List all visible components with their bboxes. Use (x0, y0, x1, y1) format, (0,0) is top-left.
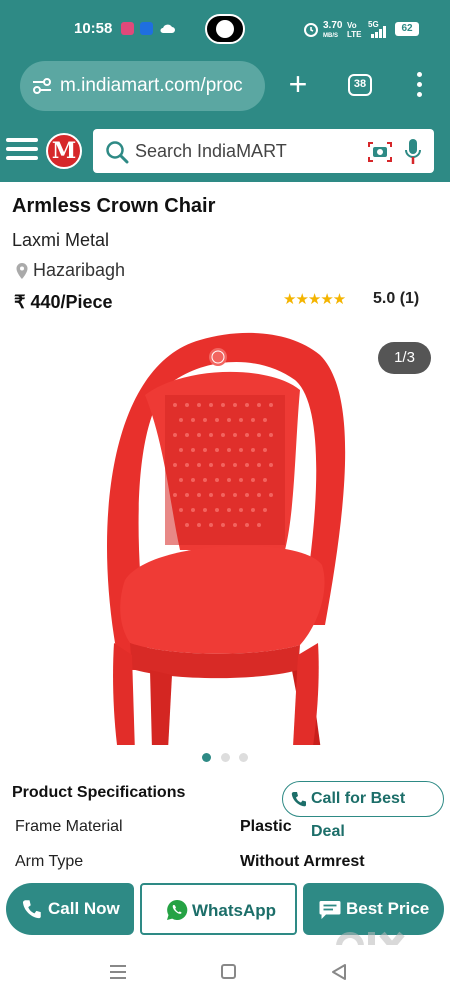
carousel-dot-active[interactable] (202, 753, 211, 762)
search-box[interactable]: Search IndiaMART (93, 129, 434, 173)
net-speed-unit: MB/S (323, 33, 338, 39)
url-text[interactable]: m.indiamart.com/proc (60, 75, 260, 97)
microphone-icon[interactable] (405, 138, 421, 166)
carousel-dot[interactable] (239, 753, 248, 762)
message-icon (319, 901, 341, 919)
best-price-label: Best Price (346, 899, 430, 918)
home-icon[interactable] (221, 964, 236, 979)
search-icon (106, 141, 129, 164)
notification-app-icon (140, 22, 153, 35)
call-for-best-deal-button[interactable]: Call for Best Deal (282, 781, 444, 840)
call-now-button[interactable]: Call Now (6, 883, 134, 935)
product-price: ₹ 440/Piece (14, 292, 113, 312)
seller-location: Hazaribagh (33, 260, 126, 280)
signal-icon (371, 26, 386, 38)
tab-switcher-button[interactable]: 38 (348, 74, 372, 96)
indiamart-logo[interactable]: M (46, 133, 82, 169)
recent-apps-icon[interactable] (110, 964, 126, 980)
site-settings-icon[interactable] (32, 77, 52, 95)
net-speed: 3.70 (323, 20, 343, 31)
phone-icon (291, 792, 306, 807)
volte-lte-label: LTE (347, 30, 362, 39)
specifications-heading: Product Specifications (12, 784, 186, 801)
product-image-carousel[interactable] (0, 325, 450, 765)
call-now-label: Call Now (48, 899, 120, 918)
camera-cutout (205, 14, 245, 44)
browser-toolbar: m.indiamart.com/proc + 38 (0, 58, 450, 118)
status-bar: 10:58 3.70 MB/S Vo LTE 5G 62 (0, 0, 450, 58)
rating-stars: ★★★★★ (283, 291, 346, 308)
spec-value: Plastic (240, 818, 292, 835)
back-icon[interactable] (330, 963, 348, 981)
whatsapp-icon (167, 899, 188, 920)
notification-app-icon (121, 22, 134, 35)
whatsapp-label: WhatsApp (192, 901, 277, 920)
call-for-best-deal-label: Call for Best Deal (311, 790, 406, 840)
spec-key: Arm Type (15, 853, 84, 870)
camera-search-icon[interactable] (367, 140, 393, 164)
spec-value: Without Armrest (240, 853, 365, 870)
search-input[interactable]: Search IndiaMART (135, 141, 287, 162)
system-navigation-bar (0, 945, 450, 1000)
phone-icon (22, 900, 41, 919)
cloud-icon (160, 24, 175, 33)
battery-icon: 62 (395, 22, 419, 36)
whatsapp-button[interactable]: WhatsApp (140, 883, 297, 935)
new-tab-button[interactable]: + (284, 66, 312, 102)
rating-value[interactable]: 5.0 (1) (373, 290, 419, 308)
image-counter: 1/3 (378, 342, 431, 374)
product-image[interactable] (0, 325, 450, 765)
carousel-dot[interactable] (221, 753, 230, 762)
address-bar[interactable]: m.indiamart.com/proc (20, 61, 265, 111)
product-title: Armless Crown Chair (12, 195, 216, 217)
hamburger-menu-icon[interactable] (6, 138, 38, 160)
alarm-icon (304, 23, 318, 37)
site-header: M Search IndiaMART (0, 118, 450, 182)
spec-key: Frame Material (15, 818, 123, 835)
status-time: 10:58 (74, 20, 113, 37)
volte-label: Vo (347, 21, 357, 30)
carousel-dots[interactable] (202, 753, 252, 763)
browser-menu-button[interactable] (410, 70, 430, 100)
location-pin-icon (16, 263, 28, 279)
seller-name[interactable]: Laxmi Metal (12, 230, 109, 251)
